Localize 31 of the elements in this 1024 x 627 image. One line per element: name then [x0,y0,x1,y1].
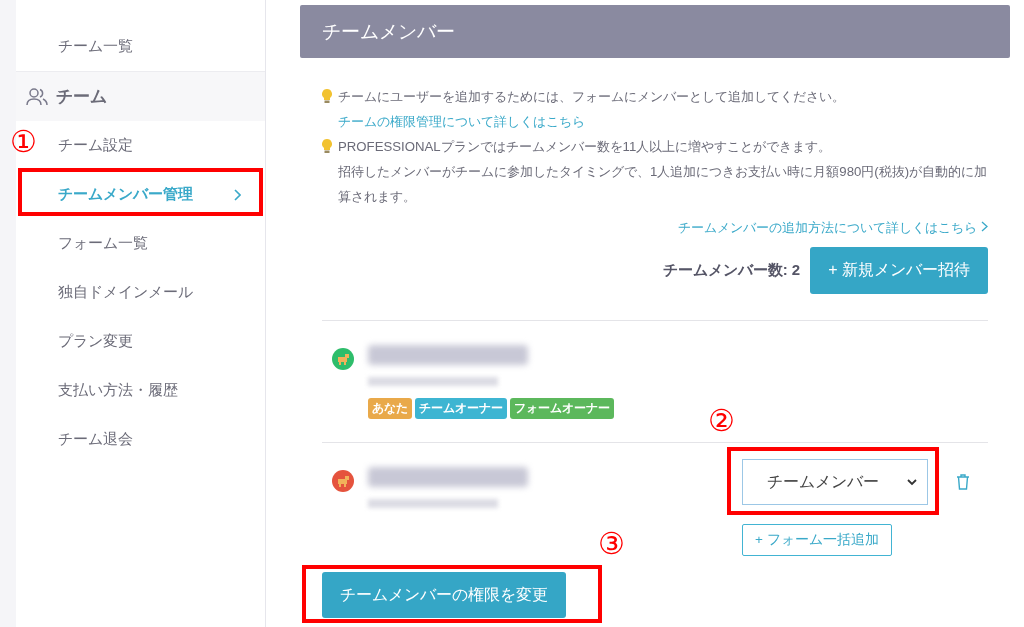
bulk-add-button[interactable]: + フォーム一括追加 [742,524,892,556]
sidebar-item[interactable]: 支払い方法・履歴 [58,381,178,400]
chevron-icon [981,221,988,232]
invite-button[interactable]: + 新規メンバー招待 [810,247,988,294]
role-badge: フォームオーナー [510,398,614,419]
change-permissions-button[interactable]: チームメンバーの権限を変更 [322,572,566,618]
sidebar-item[interactable]: プラン変更 [58,332,133,351]
info-text: PROFESSIONALプランではチームメンバー数を11人以上に増やすことができます。 招待したメンバーがチームに参加したタイミングで、1人追加につきお支払い時に月額980円(税抜)が自動的に加算されます。 [338,138,988,206]
step-number: ② [708,405,735,437]
lightbulb-icon [322,89,332,103]
chevron-icon [233,188,241,201]
role-badge: チームオーナー [415,398,507,419]
lightbulb-icon [322,139,332,153]
role-select[interactable]: チームメンバー [742,459,928,505]
users-icon [26,86,48,107]
sidebar-item[interactable]: フォーム一覧 [58,234,148,253]
sidebar-item[interactable]: チーム設定 [58,136,133,155]
sidebar-item[interactable]: 独自ドメインメール [58,283,193,302]
step-number: ③ [598,528,625,560]
step-number: ① [10,126,37,158]
help-link[interactable]: チームメンバーの追加方法について詳しくはこちら [678,220,988,235]
permissions-link[interactable]: チームの権限管理について詳しくはこちら [338,114,585,129]
role-badge: あなた [368,398,412,419]
panel-header: チームメンバー [300,5,1010,58]
sidebar-item[interactable]: チーム退会 [58,430,133,449]
info-text: チームにユーザーを追加するためには、フォームにメンバーとして追加してください。 チームの権限管理について詳しくはこちら [338,88,846,131]
member-count: チームメンバー数: 2 [662,261,801,280]
section-title: チーム [56,86,107,108]
trash-icon[interactable] [956,474,970,490]
sidebar-item[interactable]: チーム一覧 [58,37,133,56]
caret-icon [907,478,917,486]
